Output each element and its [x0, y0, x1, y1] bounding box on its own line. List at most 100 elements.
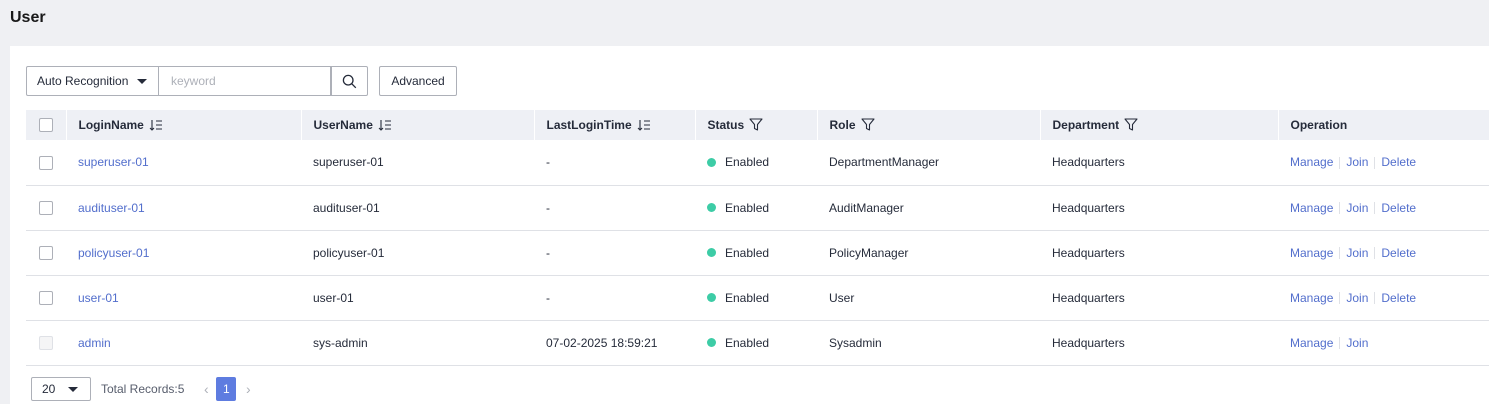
filter-icon[interactable] — [1124, 118, 1138, 131]
status-text: Enabled — [725, 245, 770, 260]
row-checkbox[interactable] — [39, 155, 53, 170]
delete-link[interactable]: Delete — [1381, 155, 1416, 169]
divider — [1339, 202, 1341, 215]
login-name-link[interactable]: policyuser-01 — [78, 246, 149, 260]
status-dot-icon — [707, 292, 716, 302]
login-name-link[interactable]: superuser-01 — [78, 155, 149, 169]
role-cell: AuditManager — [829, 200, 904, 215]
keyword-input[interactable] — [159, 66, 331, 96]
total-records: Total Records:5 — [101, 382, 185, 396]
sort-icon[interactable] — [149, 119, 163, 131]
table-row: admin sys-admin 07-02-2025 18:59:21 Enab… — [26, 320, 1489, 365]
divider — [1339, 337, 1341, 350]
row-select-cell[interactable] — [26, 230, 66, 275]
row-checkbox[interactable] — [39, 290, 53, 305]
page-number-current[interactable]: 1 — [216, 377, 237, 401]
row-checkbox[interactable] — [39, 245, 53, 260]
department-cell: Headquarters — [1052, 155, 1125, 170]
department-cell: Headquarters — [1052, 290, 1125, 305]
last-login-cell: - — [546, 245, 550, 260]
sort-icon[interactable] — [637, 119, 651, 131]
operation-cell: Manage Join Delete — [1278, 185, 1489, 230]
header-last-login[interactable]: LastLoginTime — [534, 110, 696, 140]
chevron-right-icon[interactable]: › — [238, 377, 258, 401]
table-row: user-01 user-01 - Enabled User Headquart… — [26, 275, 1489, 320]
row-select-cell[interactable] — [26, 140, 66, 185]
header-department[interactable]: Department — [1040, 110, 1279, 140]
page-size-select[interactable]: 20 — [31, 377, 91, 401]
chevron-left-icon[interactable]: ‹ — [196, 377, 216, 401]
filter-icon[interactable] — [749, 118, 763, 131]
row-checkbox-disabled — [39, 335, 53, 350]
role-cell: Sysadmin — [829, 335, 882, 350]
join-link[interactable]: Join — [1346, 291, 1368, 305]
delete-link[interactable]: Delete — [1381, 201, 1416, 215]
search-icon — [342, 74, 357, 88]
join-link[interactable]: Join — [1346, 201, 1368, 215]
status-text: Enabled — [725, 290, 770, 305]
sort-icon[interactable] — [378, 119, 392, 131]
page-title: User — [10, 9, 46, 26]
status-text: Enabled — [725, 155, 770, 170]
filter-icon[interactable] — [860, 118, 875, 131]
search-mode-select[interactable]: Auto Recognition — [26, 66, 159, 96]
header-label: LoginName — [78, 118, 144, 132]
role-cell: PolicyManager — [829, 245, 909, 260]
select-all-checkbox[interactable] — [38, 118, 53, 133]
delete-link[interactable]: Delete — [1381, 246, 1416, 260]
header-label: Role — [829, 117, 856, 132]
status-text: Enabled — [725, 200, 770, 215]
header-login-name[interactable]: LoginName — [66, 110, 302, 140]
divider — [1374, 202, 1376, 215]
header-label: Status — [707, 117, 745, 132]
header-role[interactable]: Role — [817, 110, 1041, 140]
operation-cell: Manage Join Delete — [1278, 275, 1489, 320]
table-row: policyuser-01 policyuser-01 - Enabled Po… — [26, 230, 1489, 275]
delete-link[interactable]: Delete — [1381, 291, 1416, 305]
status-dot-icon — [707, 157, 716, 167]
header-select-all[interactable] — [26, 110, 67, 140]
header-status[interactable]: Status — [695, 110, 818, 140]
operation-cell: Manage Join — [1278, 320, 1489, 365]
login-name-link[interactable]: user-01 — [78, 291, 119, 305]
join-link[interactable]: Join — [1346, 246, 1368, 260]
join-link[interactable]: Join — [1346, 336, 1368, 350]
last-login-cell: 07-02-2025 18:59:21 — [546, 335, 658, 350]
last-login-cell: - — [546, 155, 550, 170]
status-cell: Enabled — [695, 275, 817, 320]
status-cell: Enabled — [695, 185, 817, 230]
user-name-cell: policyuser-01 — [313, 245, 385, 260]
chevron-down-icon — [68, 387, 78, 392]
status-dot-icon — [707, 337, 716, 347]
divider — [1339, 157, 1341, 170]
pagination: 20 Total Records:5 ‹ 1 › — [31, 377, 258, 401]
join-link[interactable]: Join — [1346, 155, 1368, 169]
table-row: audituser-01 audituser-01 - Enabled Audi… — [26, 185, 1489, 230]
login-name-link[interactable]: admin — [78, 336, 111, 350]
page-size-value: 20 — [42, 382, 56, 396]
user-name-cell: audituser-01 — [313, 200, 380, 215]
manage-link[interactable]: Manage — [1290, 291, 1333, 305]
operation-cell: Manage Join Delete — [1278, 140, 1489, 185]
row-checkbox[interactable] — [39, 200, 53, 215]
chevron-down-icon — [137, 79, 147, 84]
user-name-cell: superuser-01 — [313, 155, 384, 170]
header-user-name[interactable]: UserName — [301, 110, 535, 140]
login-name-link[interactable]: audituser-01 — [78, 201, 145, 215]
manage-link[interactable]: Manage — [1290, 246, 1333, 260]
department-cell: Headquarters — [1052, 200, 1125, 215]
search-button[interactable] — [331, 66, 368, 96]
manage-link[interactable]: Manage — [1290, 336, 1333, 350]
status-dot-icon — [707, 247, 716, 257]
status-cell: Enabled — [695, 320, 817, 365]
last-login-cell: - — [546, 200, 550, 215]
row-select-cell[interactable] — [26, 275, 66, 320]
advanced-button[interactable]: Advanced — [379, 66, 457, 96]
search-mode-label: Auto Recognition — [37, 74, 129, 88]
manage-link[interactable]: Manage — [1290, 201, 1333, 215]
status-cell: Enabled — [695, 230, 817, 275]
row-select-cell[interactable] — [26, 185, 66, 230]
divider — [1374, 247, 1376, 260]
manage-link[interactable]: Manage — [1290, 155, 1333, 169]
header-label: UserName — [313, 118, 373, 132]
